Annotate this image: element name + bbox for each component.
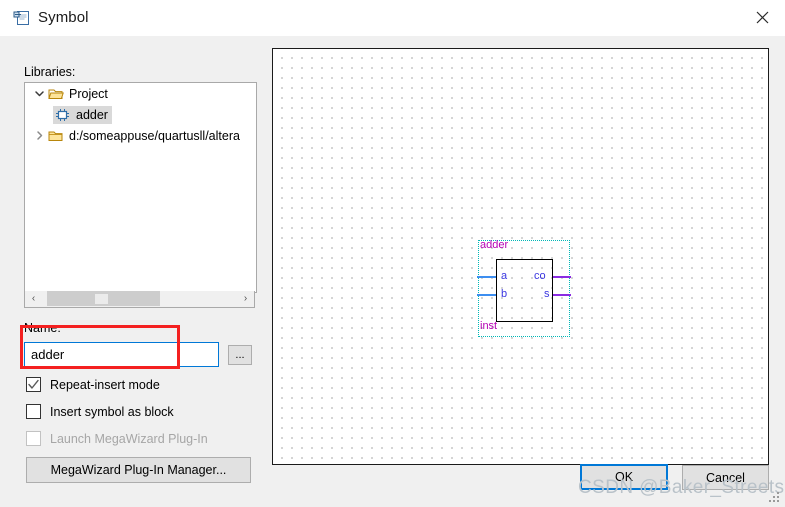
tree-item-project[interactable]: Project [25,83,256,104]
output-wire-co [552,276,571,278]
checkbox-box[interactable] [26,377,41,392]
scrollbar-thumb-grip [95,294,108,304]
symbol-title: adder [480,239,509,251]
port-label-co: co [534,270,546,282]
scroll-right-icon[interactable]: › [237,291,254,306]
name-label: Name: [24,321,61,335]
symbol-document-icon [13,9,31,27]
checkbox-label: Insert symbol as block [50,404,174,419]
checkbox-box [26,431,41,446]
symbol-graphic[interactable]: adder a b co s inst [477,239,571,337]
tree-item-label: adder [76,107,108,122]
checkbox-repeat-insert-mode[interactable]: Repeat-insert mode [26,377,160,392]
symbol-block-icon [54,107,71,123]
cancel-button[interactable]: Cancel [682,465,769,490]
megawizard-plugin-manager-button[interactable]: MegaWizard Plug-In Manager... [26,457,251,483]
tree-item-selection[interactable]: adder [53,105,112,124]
symbol-preview-canvas[interactable]: adder a b co s inst [272,48,769,465]
libraries-tree[interactable]: Project adder d:/someappuse/quartusll/al… [24,82,257,293]
scrollbar-thumb[interactable] [47,291,160,306]
tree-item-adder[interactable]: adder [25,104,256,125]
closed-folder-icon [47,128,64,144]
ok-button[interactable]: OK [580,464,668,490]
libraries-label: Libraries: [24,65,76,79]
port-label-s: s [544,288,550,300]
check-icon [28,379,39,389]
chevron-down-icon[interactable] [31,86,47,102]
browse-button[interactable]: ... [228,345,252,365]
port-label-a: a [501,270,508,282]
open-folder-icon [47,86,64,102]
checkbox-box[interactable] [26,404,41,419]
checkbox-label: Repeat-insert mode [50,377,160,392]
tree-item-label: Project [69,86,108,101]
tree-item-label: d:/someappuse/quartusll/altera [69,128,240,143]
output-wire-s [552,294,571,296]
title-bar: Symbol [0,0,785,37]
tree-horizontal-scrollbar[interactable]: ‹ › [24,291,255,308]
name-input[interactable] [24,342,219,367]
scrollbar-track[interactable] [42,291,237,306]
chevron-right-icon[interactable] [31,128,47,144]
input-wire-a [477,276,497,278]
dialog-body: Libraries: Project adder d:/someappuse/q… [0,36,785,507]
port-label-b: b [501,288,508,300]
resize-grip[interactable] [769,492,781,504]
checkbox-label: Launch MegaWizard Plug-In [50,431,208,446]
symbol-instance-name: inst [480,320,498,332]
tree-item-library-path[interactable]: d:/someappuse/quartusll/altera [25,125,256,146]
input-wire-b [477,294,497,296]
window-title: Symbol [38,9,89,26]
scroll-left-icon[interactable]: ‹ [25,291,42,306]
checkbox-insert-symbol-as-block[interactable]: Insert symbol as block [26,404,174,419]
checkbox-launch-megawizard-plugin: Launch MegaWizard Plug-In [26,431,208,446]
close-icon[interactable] [739,0,785,35]
